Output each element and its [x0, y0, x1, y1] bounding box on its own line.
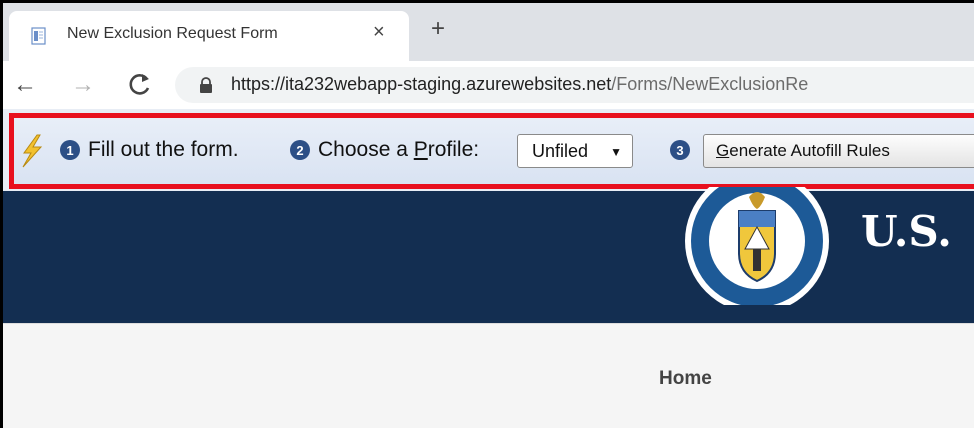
lock-icon — [200, 77, 212, 93]
step-label: Choose a Profile: — [318, 138, 480, 161]
url-host: https://ita232webapp-staging.azurewebsit… — [231, 74, 612, 94]
forward-arrow-icon[interactable]: → — [71, 73, 95, 97]
site-navigation: Home — [3, 323, 974, 428]
browser-window: New Exclusion Request Form × + ← → https… — [3, 3, 974, 428]
browser-tab[interactable]: New Exclusion Request Form × — [9, 11, 409, 61]
generate-autofill-rules-button[interactable]: Generate Autofill Rules — [703, 134, 974, 168]
reload-icon[interactable] — [127, 71, 153, 97]
step-number-badge: 2 — [290, 140, 310, 160]
extension-toolbar: 1 Fill out the form. 2 Choose a Profile:… — [3, 109, 974, 191]
site-title: U.S. — [861, 207, 952, 256]
new-tab-icon[interactable]: + — [431, 17, 445, 41]
step-number-badge: 1 — [60, 140, 80, 160]
document-icon — [31, 27, 46, 45]
nav-home-link[interactable]: Home — [659, 368, 712, 390]
url-path: /Forms/NewExclusionRe — [611, 74, 809, 94]
department-seal-icon — [685, 187, 829, 305]
address-bar[interactable]: https://ita232webapp-staging.azurewebsit… — [175, 67, 974, 103]
step-number-badge: 3 — [670, 140, 690, 160]
close-tab-icon[interactable]: × — [373, 22, 385, 42]
step-generate: 3 — [670, 138, 698, 162]
step-label: Fill out the form. — [88, 138, 239, 161]
lightning-bolt-icon[interactable] — [20, 134, 44, 168]
step-fill-form: 1 Fill out the form. — [60, 138, 239, 162]
site-header: U.S. — [3, 187, 974, 323]
step-choose-profile: 2 Choose a Profile: — [290, 138, 479, 162]
dropdown-arrow-icon: ▼ — [610, 145, 622, 159]
tab-title: New Exclusion Request Form — [67, 25, 278, 42]
profile-select[interactable]: Unfiled ▼ — [517, 134, 633, 168]
browser-toolbar: ← → https://ita232webapp-staging.azurewe… — [3, 61, 974, 109]
back-arrow-icon[interactable]: ← — [13, 73, 37, 97]
profile-select-value: Unfiled — [532, 140, 589, 161]
extension-bar-content: 1 Fill out the form. 2 Choose a Profile:… — [14, 118, 974, 184]
tab-strip: New Exclusion Request Form × + — [3, 3, 974, 61]
url-text: https://ita232webapp-staging.azurewebsit… — [231, 74, 808, 95]
